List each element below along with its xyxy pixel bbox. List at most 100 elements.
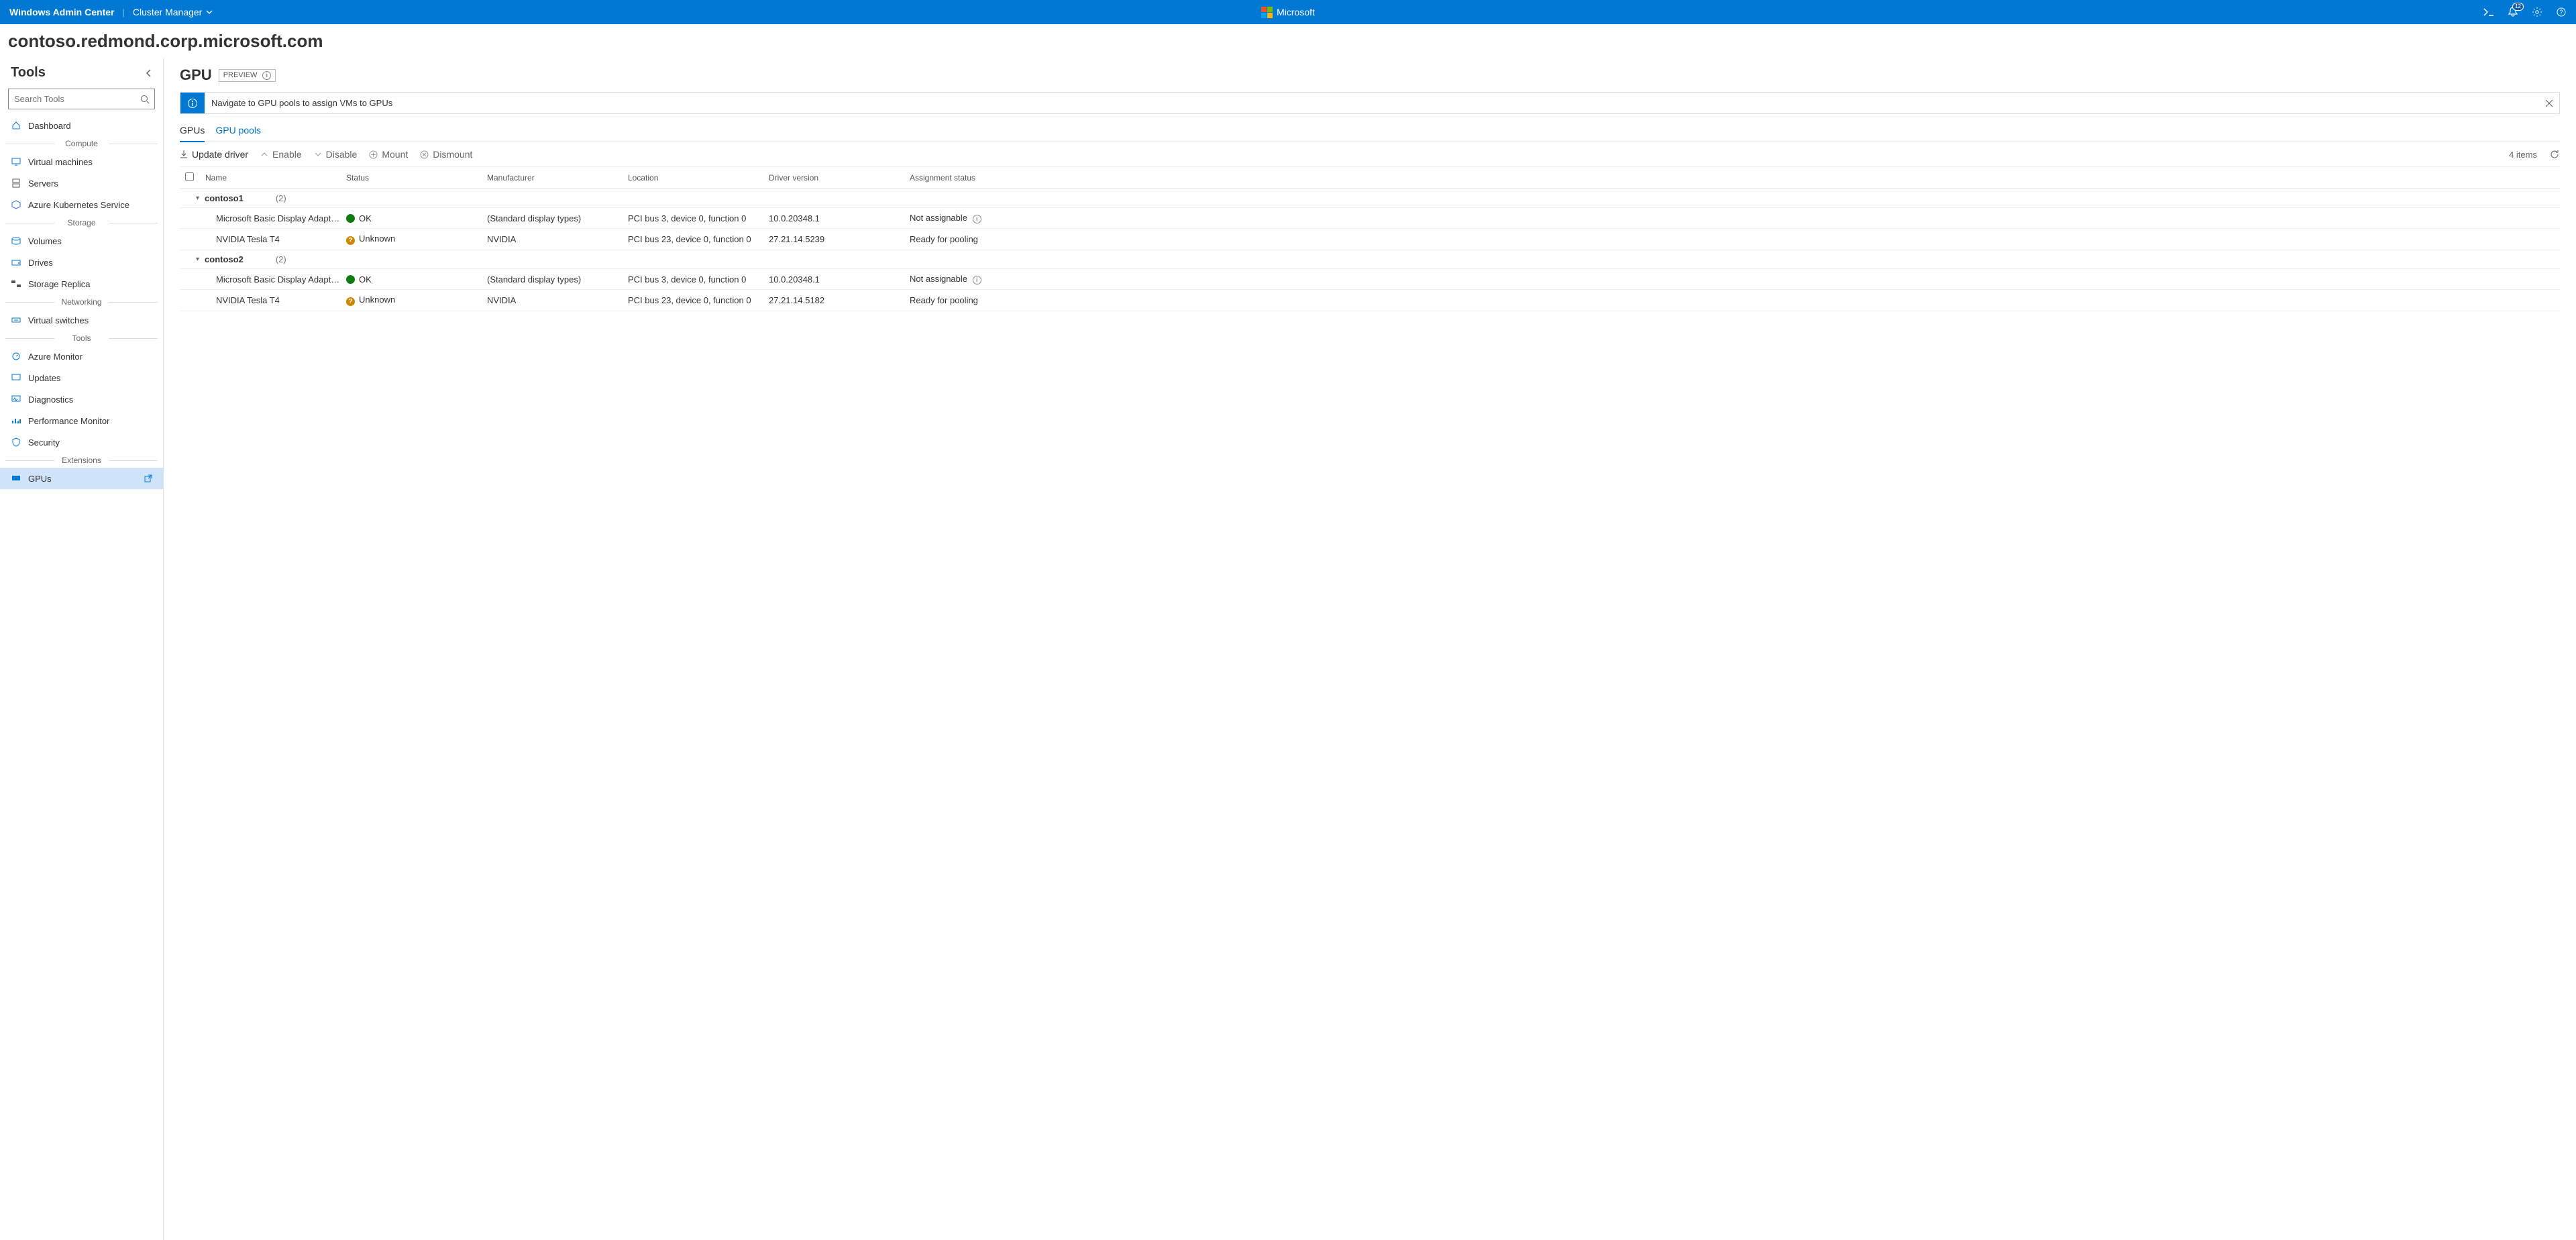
section-compute: Compute xyxy=(0,136,163,151)
diagnostics-icon xyxy=(11,394,21,405)
col-status[interactable]: Status xyxy=(343,172,484,184)
sidebar-item-security[interactable]: Security xyxy=(0,431,163,453)
table-group-row[interactable]: ▾ contoso2 (2) xyxy=(180,250,2560,269)
group-count: (2) xyxy=(276,193,286,203)
cell-name: Microsoft Basic Display Adapter (Low Res… xyxy=(203,212,343,225)
external-link-icon[interactable] xyxy=(144,474,152,482)
info-icon[interactable]: i xyxy=(973,276,981,285)
col-assignment[interactable]: Assignment status xyxy=(907,172,2560,184)
cmd-update-driver[interactable]: Update driver xyxy=(180,149,248,160)
table-row[interactable]: NVIDIA Tesla T4 Unknown NVIDIA PCI bus 2… xyxy=(180,290,2560,311)
table-group-row[interactable]: ▾ contoso1 (2) xyxy=(180,189,2560,208)
col-location[interactable]: Location xyxy=(625,172,766,184)
sidebar-item-volumes[interactable]: Volumes xyxy=(0,230,163,252)
cmd-label: Disable xyxy=(326,149,358,160)
cmd-mount[interactable]: Mount xyxy=(369,149,408,160)
top-bar: Windows Admin Center | Cluster Manager M… xyxy=(0,0,2576,24)
sidebar-item-dashboard[interactable]: Dashboard xyxy=(0,115,163,136)
sidebar-item-label: Storage Replica xyxy=(28,279,91,289)
server-icon xyxy=(11,178,21,189)
home-icon xyxy=(11,120,21,131)
sidebar-item-label: Diagnostics xyxy=(28,395,73,405)
svg-text:?: ? xyxy=(2559,9,2563,15)
close-banner-button[interactable] xyxy=(2539,93,2559,113)
info-icon[interactable]: i xyxy=(262,71,271,80)
plus-circle-icon xyxy=(369,150,378,159)
tab-gpus[interactable]: GPUs xyxy=(180,119,205,142)
select-all-checkbox[interactable] xyxy=(185,172,194,181)
cmd-enable[interactable]: Enable xyxy=(260,149,302,160)
cell-location: PCI bus 23, device 0, function 0 xyxy=(625,233,766,246)
sidebar-item-label: Virtual machines xyxy=(28,157,93,167)
search-icon[interactable] xyxy=(140,95,150,104)
search-tools xyxy=(8,89,155,109)
replica-icon xyxy=(11,278,21,289)
tabs: GPUs GPU pools xyxy=(180,119,2560,142)
notifications-icon[interactable]: 12 xyxy=(2508,7,2518,17)
cell-driver: 27.21.14.5182 xyxy=(766,294,907,307)
cell-status: OK xyxy=(343,273,484,286)
sidebar-item-updates[interactable]: Updates xyxy=(0,367,163,389)
tab-gpu-pools[interactable]: GPU pools xyxy=(215,119,261,142)
table-header: Name Status Manufacturer Location Driver… xyxy=(180,167,2560,189)
sidebar-item-storage-replica[interactable]: Storage Replica xyxy=(0,273,163,295)
sidebar-item-azure-monitor[interactable]: Azure Monitor xyxy=(0,346,163,367)
shell-icon[interactable] xyxy=(2483,7,2494,17)
info-icon[interactable]: i xyxy=(973,215,981,223)
refresh-button[interactable] xyxy=(2549,149,2560,160)
microsoft-logo-icon xyxy=(1261,7,1273,18)
cell-assignment: Ready for pooling xyxy=(907,294,2560,307)
monitor-icon xyxy=(11,351,21,362)
vswitch-icon xyxy=(11,315,21,325)
col-driver[interactable]: Driver version xyxy=(766,172,907,184)
sidebar-item-gpus[interactable]: GPUs xyxy=(0,468,163,489)
sidebar-item-diagnostics[interactable]: Diagnostics xyxy=(0,389,163,410)
refresh-icon xyxy=(2549,149,2560,160)
sidebar-item-drives[interactable]: Drives xyxy=(0,252,163,273)
cell-assignment: Ready for pooling xyxy=(907,233,2560,246)
cmd-disable[interactable]: Disable xyxy=(314,149,358,160)
chevron-down-icon xyxy=(314,151,322,158)
group-name: contoso2 xyxy=(205,254,244,264)
cell-status: Unknown xyxy=(343,232,484,246)
col-manufacturer[interactable]: Manufacturer xyxy=(484,172,625,184)
info-icon xyxy=(180,93,205,113)
section-extensions: Extensions xyxy=(0,453,163,468)
cell-name: Microsoft Basic Display Adapter (Low Res… xyxy=(203,273,343,286)
collapse-sidebar-icon[interactable] xyxy=(146,68,152,78)
cell-assignment: Not assignable i xyxy=(907,272,2560,286)
cell-name: NVIDIA Tesla T4 xyxy=(203,294,343,307)
page-heading: GPU xyxy=(180,66,212,84)
sidebar-item-servers[interactable]: Servers xyxy=(0,172,163,194)
table-row[interactable]: Microsoft Basic Display Adapter (Low Res… xyxy=(180,269,2560,290)
col-name[interactable]: Name xyxy=(203,172,343,184)
context-dropdown[interactable]: Cluster Manager xyxy=(133,7,213,17)
cmd-label: Update driver xyxy=(192,149,248,160)
sidebar-item-label: Dashboard xyxy=(28,121,71,131)
group-count: (2) xyxy=(276,254,286,264)
chevron-down-icon[interactable]: ▾ xyxy=(196,256,199,263)
table-row[interactable]: NVIDIA Tesla T4 Unknown NVIDIA PCI bus 2… xyxy=(180,229,2560,250)
cell-status: Unknown xyxy=(343,293,484,307)
sidebar-item-label: Drives xyxy=(28,258,53,268)
cmd-dismount[interactable]: Dismount xyxy=(420,149,472,160)
cell-status: OK xyxy=(343,212,484,225)
updates-icon xyxy=(11,372,21,383)
search-input[interactable] xyxy=(8,89,155,109)
cell-driver: 10.0.20348.1 xyxy=(766,273,907,286)
chevron-down-icon[interactable]: ▾ xyxy=(196,195,199,202)
sidebar-item-performance-monitor[interactable]: Performance Monitor xyxy=(0,410,163,431)
shield-icon xyxy=(11,437,21,448)
help-icon[interactable]: ? xyxy=(2556,7,2567,17)
sidebar-item-vswitches[interactable]: Virtual switches xyxy=(0,309,163,331)
sidebar-item-label: Security xyxy=(28,437,60,448)
sidebar-item-virtual-machines[interactable]: Virtual machines xyxy=(0,151,163,172)
section-storage: Storage xyxy=(0,215,163,230)
table-row[interactable]: Microsoft Basic Display Adapter (Low Res… xyxy=(180,208,2560,229)
preview-badge: PREVIEW i xyxy=(219,69,276,82)
group-name: contoso1 xyxy=(205,193,244,203)
sidebar-item-aks[interactable]: Azure Kubernetes Service xyxy=(0,194,163,215)
cell-name: NVIDIA Tesla T4 xyxy=(203,233,343,246)
sidebar-item-label: Azure Kubernetes Service xyxy=(28,200,129,210)
settings-icon[interactable] xyxy=(2532,7,2542,17)
